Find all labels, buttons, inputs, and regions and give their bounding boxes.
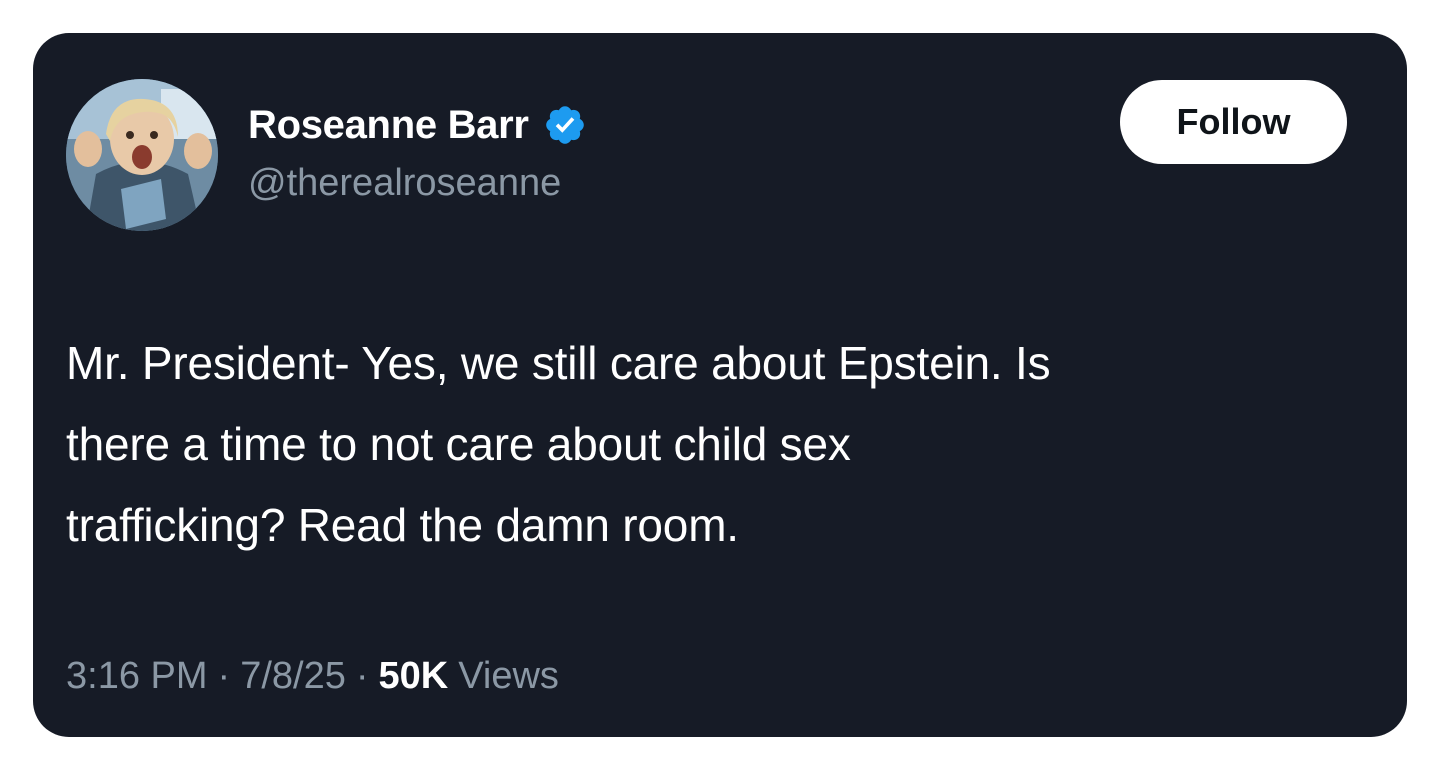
tweet-meta: 3:16 PM · 7/8/25 · 50K Views <box>66 655 559 698</box>
meta-separator: · <box>217 655 231 697</box>
tweet-time[interactable]: 3:16 PM <box>66 655 208 698</box>
tweet-date[interactable]: 7/8/25 <box>240 655 346 698</box>
tweet-text-line: trafficking? Read the damn room. <box>66 499 739 551</box>
author-handle[interactable]: @therealroseanne <box>248 162 561 205</box>
tweet-card: Roseanne Barr @therealroseanne Follow Mr… <box>33 33 1407 737</box>
tweet-text-line: Mr. President- Yes, we still care about … <box>66 337 1051 389</box>
author-name[interactable]: Roseanne Barr <box>248 103 529 148</box>
views-label: Views <box>458 655 559 697</box>
follow-button[interactable]: Follow <box>1120 80 1347 164</box>
tweet-text-line: there a time to not care about child sex <box>66 418 851 470</box>
verified-badge-icon <box>543 103 587 147</box>
tweet-text: Mr. President- Yes, we still care about … <box>66 323 1376 566</box>
avatar[interactable] <box>66 79 218 231</box>
author-name-row: Roseanne Barr <box>248 97 587 153</box>
meta-separator: · <box>355 655 369 697</box>
views-count: 50K <box>378 655 449 697</box>
avatar-photo <box>66 79 218 231</box>
